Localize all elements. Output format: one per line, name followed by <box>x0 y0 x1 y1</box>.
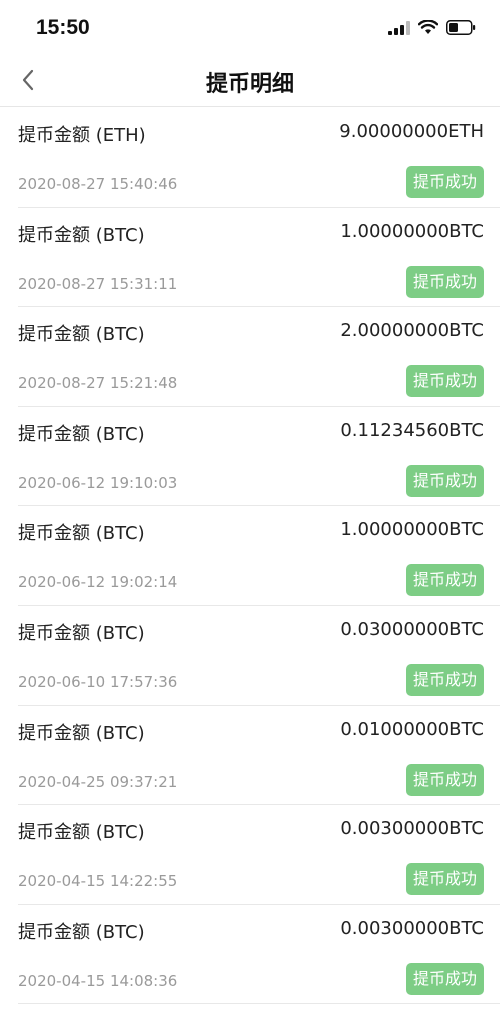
withdrawal-record[interactable]: 提币金额 (BTC) 2.00000000BTC 2020-08-27 15:2… <box>18 307 500 407</box>
record-amount: 0.01000000BTC <box>340 718 484 740</box>
record-label: 提币金额 (BTC) <box>18 822 145 844</box>
withdrawal-record[interactable]: 提币金额 (BTC) 0.03000000BTC 2020-06-10 17:5… <box>18 606 500 706</box>
record-timestamp: 2020-04-25 09:37:21 <box>18 772 178 791</box>
record-amount: 0.03000000BTC <box>340 618 484 640</box>
withdrawal-record[interactable]: 提币金额 (BTC) 0.11234560BTC 2020-06-12 19:1… <box>18 407 500 507</box>
record-label: 提币金额 (BTC) <box>18 523 145 545</box>
status-badge: 提币成功 <box>405 763 484 796</box>
record-timestamp: 2020-06-10 17:57:36 <box>18 672 178 691</box>
status-badge: 提币成功 <box>405 464 484 497</box>
record-timestamp: 2020-06-12 19:02:14 <box>18 573 178 592</box>
record-label: 提币金额 (ETH) <box>18 125 146 146</box>
record-label: 提币金额 (BTC) <box>18 622 145 644</box>
withdrawal-record[interactable]: 提币金额 (BTC) 1.00000000BTC 2020-06-12 19:0… <box>18 506 500 606</box>
withdrawal-list: 提币金额 (ETH) 9.00000000ETH 2020-08-27 15:4… <box>0 108 500 1005</box>
status-bar: 15:50 <box>0 0 500 56</box>
nav-bar: 提币明细 <box>0 56 500 107</box>
status-icons <box>388 20 476 35</box>
record-amount: 1.00000000BTC <box>340 519 484 541</box>
record-amount: 1.00000000BTC <box>340 220 484 242</box>
record-label: 提币金额 (BTC) <box>18 224 145 246</box>
withdrawal-record[interactable]: 提币金额 (BTC) 0.00300000BTC 2020-04-15 14:0… <box>18 905 500 1005</box>
record-timestamp: 2020-04-15 14:08:36 <box>18 971 178 990</box>
record-timestamp: 2020-08-27 15:21:48 <box>18 374 178 393</box>
record-timestamp: 2020-08-27 15:31:11 <box>18 274 178 293</box>
record-amount: 9.00000000ETH <box>339 121 484 142</box>
record-label: 提币金额 (BTC) <box>18 722 145 744</box>
record-amount: 0.00300000BTC <box>340 917 484 939</box>
battery-icon <box>446 20 476 35</box>
record-timestamp: 2020-04-15 14:22:55 <box>18 872 178 891</box>
status-badge: 提币成功 <box>405 365 484 398</box>
record-timestamp: 2020-06-12 19:10:03 <box>18 473 178 492</box>
record-label: 提币金额 (BTC) <box>18 921 145 943</box>
record-label: 提币金额 (BTC) <box>18 423 145 445</box>
record-amount: 0.00300000BTC <box>340 818 484 840</box>
signal-icon <box>388 20 410 35</box>
withdrawal-record[interactable]: 提币金额 (BTC) 0.01000000BTC 2020-04-25 09:3… <box>18 706 500 806</box>
record-timestamp: 2020-08-27 15:40:46 <box>18 175 178 193</box>
status-badge: 提币成功 <box>405 564 484 597</box>
status-badge: 提币成功 <box>405 265 484 298</box>
withdrawal-record[interactable]: 提币金额 (BTC) 1.00000000BTC 2020-08-27 15:3… <box>18 208 500 308</box>
record-amount: 2.00000000BTC <box>340 320 484 342</box>
withdrawal-record[interactable]: 提币金额 (ETH) 9.00000000ETH 2020-08-27 15:4… <box>18 108 500 208</box>
status-time: 15:50 <box>36 16 90 39</box>
withdrawal-record[interactable]: 提币金额 (BTC) 0.00300000BTC 2020-04-15 14:2… <box>18 805 500 905</box>
status-badge: 提币成功 <box>405 166 484 198</box>
record-label: 提币金额 (BTC) <box>18 324 145 346</box>
record-amount: 0.11234560BTC <box>340 419 484 441</box>
status-badge: 提币成功 <box>405 863 484 896</box>
status-badge: 提币成功 <box>405 663 484 696</box>
status-badge: 提币成功 <box>405 962 484 995</box>
wifi-icon <box>418 20 438 34</box>
page-title: 提币明细 <box>205 72 294 97</box>
